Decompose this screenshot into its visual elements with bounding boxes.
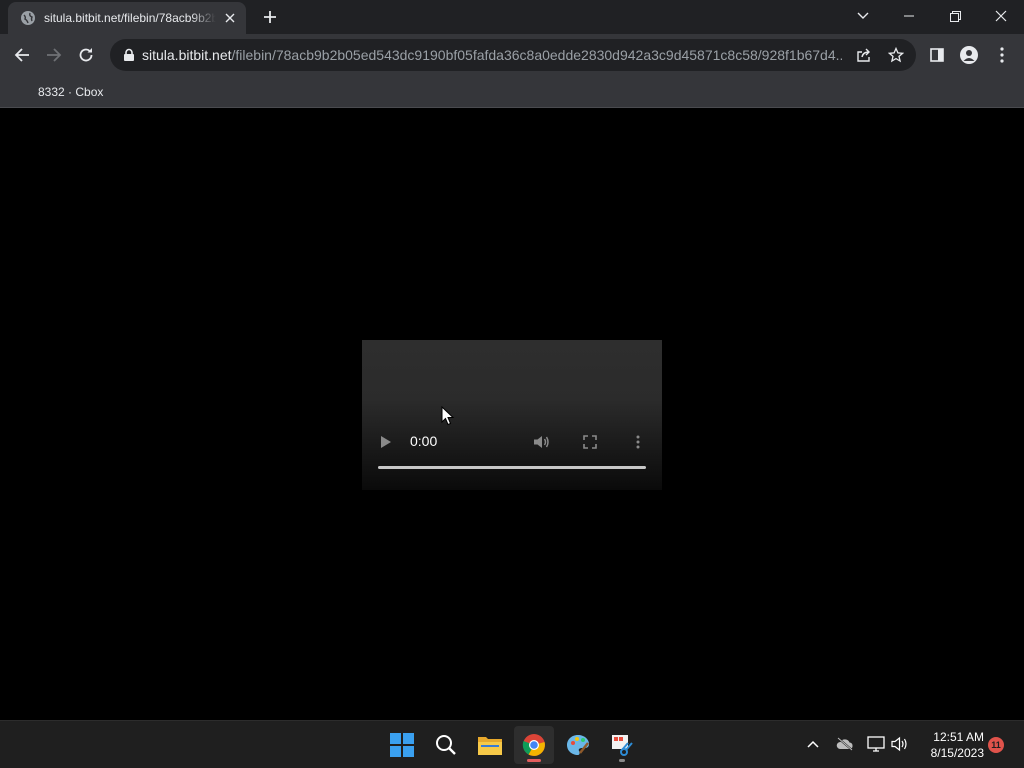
address-bar[interactable]: situla.bitbit.net/filebin/78acb9b2b05ed5… [110, 39, 916, 71]
video-player[interactable]: 0:00 [362, 340, 662, 490]
star-icon[interactable] [888, 47, 904, 63]
volume-tray-button[interactable] [889, 733, 911, 755]
kebab-menu-icon [1000, 47, 1004, 63]
bookmarks-bar: 8332 · Cbox [0, 76, 1024, 108]
file-explorer-button[interactable] [470, 726, 510, 764]
close-icon[interactable] [222, 10, 238, 26]
snipping-tool-icon [612, 735, 633, 756]
notification-badge[interactable]: 11 [988, 737, 1004, 753]
reload-button[interactable] [70, 39, 102, 71]
profile-button[interactable] [953, 39, 985, 71]
video-time: 0:00 [410, 433, 438, 449]
minimize-icon [904, 15, 914, 17]
play-button[interactable] [376, 432, 396, 452]
show-hidden-icons-button[interactable] [802, 733, 824, 755]
side-panel-icon [930, 48, 944, 62]
file-explorer-icon [478, 737, 502, 755]
network-tray-button[interactable] [865, 733, 887, 755]
fullscreen-icon [583, 435, 597, 449]
clock-date: 8/15/2023 [930, 746, 984, 760]
active-indicator [527, 759, 541, 762]
back-button[interactable] [6, 39, 38, 71]
tab-title: situla.bitbit.net/filebin/78acb9b2b05ed5… [44, 11, 216, 25]
window-close-button[interactable] [978, 0, 1024, 32]
taskbar-search-button[interactable] [426, 726, 466, 764]
close-icon [995, 10, 1007, 22]
browser-toolbar: situla.bitbit.net/filebin/78acb9b2b05ed5… [0, 34, 1024, 76]
page-content: 0:00 [0, 109, 1024, 720]
video-progress-bar[interactable] [378, 466, 646, 469]
paint-button[interactable] [558, 726, 598, 764]
tab-strip: situla.bitbit.net/filebin/78acb9b2b05ed5… [0, 0, 1024, 34]
url-text[interactable]: situla.bitbit.net/filebin/78acb9b2b05ed5… [142, 47, 842, 63]
side-panel-button[interactable] [921, 39, 953, 71]
windows-start-icon [390, 733, 414, 757]
more-vert-icon [636, 435, 640, 449]
tab-search-icon [857, 12, 869, 19]
tab-search-button[interactable] [840, 0, 886, 32]
forward-button[interactable] [38, 39, 70, 71]
chrome-taskbar-button[interactable] [514, 726, 554, 764]
play-icon [381, 436, 391, 448]
paint-icon [567, 735, 589, 755]
minimize-button[interactable] [886, 0, 932, 32]
globe-icon [21, 11, 35, 25]
mouse-cursor-icon [441, 406, 455, 426]
fullscreen-button[interactable] [580, 432, 600, 452]
chrome-icon [522, 734, 545, 756]
volume-icon [534, 436, 549, 448]
running-indicator [619, 759, 625, 762]
video-more-button[interactable] [628, 432, 648, 452]
chrome-menu-button[interactable] [986, 39, 1018, 71]
volume-icon [891, 736, 907, 752]
url-host: situla.bitbit.net [142, 47, 232, 63]
onedrive-icon [836, 737, 853, 751]
url-path: /filebin/78acb9b2b05ed543dc9190bf05fafda… [231, 47, 843, 63]
search-icon [436, 735, 456, 755]
new-tab-button[interactable] [256, 5, 284, 29]
reload-icon [79, 48, 93, 62]
forward-arrow-icon [47, 48, 62, 62]
network-icon [867, 736, 885, 752]
restore-icon [949, 10, 961, 22]
snipping-tool-button[interactable] [602, 726, 642, 764]
browser-tab[interactable]: situla.bitbit.net/filebin/78acb9b2b05ed5… [8, 2, 246, 34]
back-arrow-icon [14, 48, 29, 62]
windows-taskbar: 12:51 AM 8/15/2023 11 [0, 720, 1024, 768]
start-button[interactable] [382, 726, 422, 764]
share-icon[interactable] [856, 47, 872, 63]
onedrive-tray-button[interactable] [834, 733, 856, 755]
clock-time: 12:51 AM [933, 730, 984, 744]
profile-icon [960, 46, 978, 64]
system-clock[interactable]: 12:51 AM 8/15/2023 [918, 729, 984, 761]
plus-icon [264, 11, 276, 23]
chevron-up-icon [807, 740, 819, 748]
mute-button[interactable] [532, 432, 552, 452]
restore-button[interactable] [932, 0, 978, 32]
lock-icon[interactable] [122, 48, 136, 62]
bookmark-item[interactable]: 8332 · Cbox [30, 80, 111, 104]
